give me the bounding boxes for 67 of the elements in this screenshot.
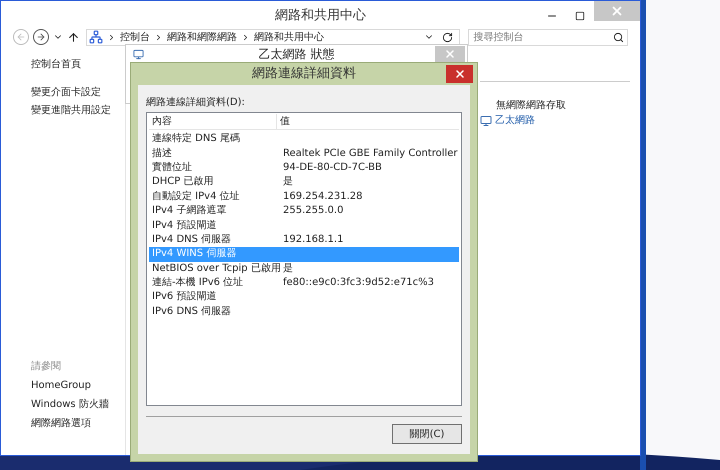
property-cell-text: 自動設定 IPv4 位址	[151, 190, 241, 204]
property-cell-text: 實體位址	[151, 160, 193, 175]
up-icon[interactable]	[66, 30, 80, 44]
access-status: 無網際網路存取	[496, 99, 567, 113]
property-cell-text: NetBIOS over Tcpip 已啟用	[151, 262, 280, 276]
list-row[interactable]: 連線特定 DNS 尾碼	[149, 132, 459, 146]
see-also-link[interactable]: HomeGroup	[31, 376, 125, 395]
search-icon	[612, 32, 624, 42]
breadcrumb[interactable]: 網路和網際網路	[166, 30, 237, 44]
property-cell-text: 連線特定 DNS 尾碼	[151, 132, 241, 146]
list-row[interactable]: 實體位址 94-DE-80-CD-7C-BB	[149, 160, 459, 176]
see-also-heading: 請參閱	[31, 360, 62, 374]
dialog-title: 網路連線詳細資料	[252, 65, 356, 84]
list-row[interactable]: IPv6 DNS 伺服器	[149, 304, 459, 320]
value-cell-text: 192.168.1.1	[282, 232, 344, 247]
maximize-icon	[575, 10, 585, 20]
list-label: 網路連線詳細資料(D):	[146, 96, 246, 110]
window-title: 網路和共用中心	[275, 6, 366, 25]
close-dialog-button[interactable]: 關閉(C)	[392, 424, 462, 444]
list-row[interactable]: IPv4 DNS 伺服器 192.168.1.1	[149, 232, 459, 248]
sidebar-link[interactable]: 控制台首頁	[31, 56, 125, 74]
close-icon	[444, 48, 456, 60]
close-icon	[454, 68, 466, 80]
list-row[interactable]: 連結-本機 IPv6 位址 fe80::e9c0:3fc3:9d52:e71c%3	[149, 276, 459, 290]
property-cell-text: IPv4 WINS 伺服器	[151, 247, 238, 262]
property-cell-text: IPv4 DNS 伺服器	[151, 232, 232, 247]
sidebar-link[interactable]: 變更進階共用設定	[31, 102, 125, 120]
property-cell-text: IPv6 DNS 伺服器	[151, 304, 232, 319]
refresh-icon[interactable]	[442, 32, 454, 42]
column-header[interactable]: 值	[277, 114, 459, 129]
value-cell-text: 是	[282, 175, 294, 190]
list-row[interactable]: NetBIOS over Tcpip 已啟用 是	[149, 262, 459, 276]
value-cell-text: fe80::e9c0:3fc3:9d52:e71c%3	[282, 276, 436, 290]
list-row[interactable]: IPv4 預設閘道	[149, 218, 459, 233]
close-icon	[610, 4, 624, 18]
breadcrumb[interactable]: 網路和共用中心	[254, 30, 324, 44]
property-cell-text: IPv4 子網路遮罩	[151, 204, 228, 218]
ethernet-icon	[133, 48, 144, 60]
property-cell-text: IPv4 預設閘道	[151, 218, 218, 233]
value-cell-text: Realtek PCIe GBE Family Controller	[282, 146, 459, 161]
list-row[interactable]: IPv4 子網路遮罩 255.255.0.0	[149, 204, 459, 218]
breadcrumb[interactable]: 控制台	[120, 30, 150, 44]
sidebar-link[interactable]: 變更介面卡設定	[31, 84, 125, 102]
see-also-link[interactable]: 網際網路選項	[31, 414, 125, 433]
dialog-title: 乙太網路 狀態	[258, 46, 334, 63]
ethernet-icon	[480, 114, 492, 126]
forward-arrow-icon	[36, 32, 46, 42]
property-cell-text: 連結-本機 IPv6 位址	[151, 276, 244, 290]
see-also-link[interactable]: Windows 防火牆	[31, 395, 125, 414]
value-cell-text: 94-DE-80-CD-7C-BB	[282, 160, 383, 175]
list-row[interactable]: DHCP 已啟用 是	[149, 175, 459, 190]
connection-link[interactable]: 乙太網路	[495, 113, 535, 128]
list-row[interactable]: 自動設定 IPv4 位址 169.254.231.28	[149, 190, 459, 204]
back-arrow-icon	[16, 32, 26, 42]
value-cell-text: 169.254.231.28	[282, 190, 364, 204]
list-row[interactable]: 描述 Realtek PCIe GBE Family Controller	[149, 146, 459, 161]
property-cell-text: DHCP 已啟用	[151, 175, 214, 190]
network-icon	[88, 30, 103, 44]
property-cell-text: 描述	[151, 146, 173, 161]
forward-button[interactable]	[32, 29, 49, 45]
column-header[interactable]: 內容	[149, 114, 277, 129]
value-cell-text: 255.255.0.0	[282, 204, 344, 218]
value-cell-text: 是	[282, 262, 294, 276]
property-cell-text: IPv6 預設閘道	[151, 290, 218, 304]
search-field[interactable]: 搜尋控制台	[468, 28, 628, 46]
list-row[interactable]: IPv6 預設閘道	[149, 290, 459, 305]
close-button[interactable]	[446, 65, 473, 83]
